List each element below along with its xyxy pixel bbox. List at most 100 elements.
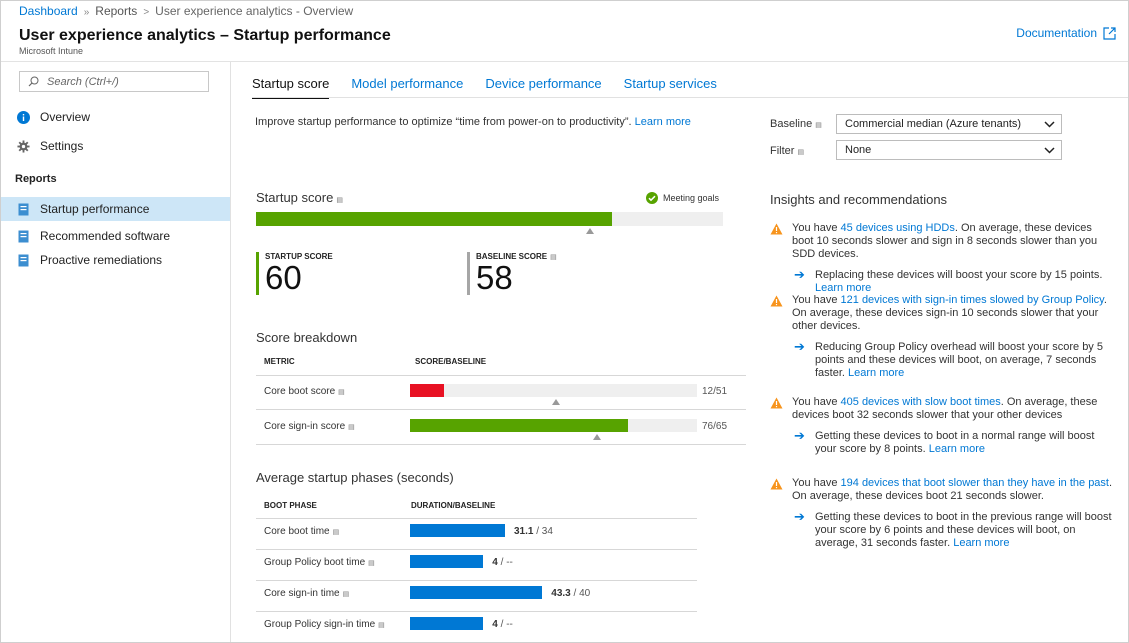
filter-dropdown[interactable]: None bbox=[836, 140, 1062, 160]
row-divider bbox=[256, 549, 697, 550]
page-title: User experience analytics – Startup perf… bbox=[19, 27, 391, 44]
tab-startup-services[interactable]: Startup services bbox=[624, 72, 717, 99]
sidebar-item-label: Startup performance bbox=[40, 202, 150, 216]
info-icon: ▤ bbox=[342, 591, 350, 598]
report-icon bbox=[18, 203, 29, 215]
report-icon bbox=[18, 254, 29, 266]
sidebar-item-label: Settings bbox=[40, 139, 84, 153]
baseline-score-value: 58 bbox=[476, 259, 513, 296]
warning-icon bbox=[770, 397, 783, 413]
insights-title: Insights and recommendations bbox=[770, 192, 948, 207]
search-icon bbox=[28, 76, 39, 87]
arrow-right-icon: ➔ bbox=[794, 509, 805, 524]
main-content: Startup score Model performance Device p… bbox=[232, 62, 1128, 642]
info-icon: ▤ bbox=[797, 149, 805, 156]
page-subtitle: Microsoft Intune bbox=[19, 46, 84, 56]
sidebar-item-settings[interactable]: Settings bbox=[1, 134, 230, 158]
row-divider bbox=[256, 409, 746, 410]
score-value: 76/65 bbox=[702, 421, 728, 432]
duration-column-header: DURATION/BASELINE bbox=[411, 501, 496, 510]
reports-heading: Reports bbox=[15, 173, 57, 185]
baseline-label-text: Baseline bbox=[770, 118, 813, 130]
insight-recommendation: ➔ Getting these devices to boot in a norm… bbox=[794, 428, 1095, 455]
baseline-marker bbox=[585, 228, 594, 234]
insight-devices-link[interactable]: 405 devices with slow boot times bbox=[841, 396, 1001, 408]
status-badge: Meeting goals bbox=[646, 192, 719, 204]
info-icon: ▤ bbox=[368, 560, 375, 567]
breadcrumb: Dashboard » Reports > User experience analyt… bbox=[19, 4, 353, 18]
phase-label: Group Policy sign-in time ▤ bbox=[264, 619, 385, 630]
score-bar-fill bbox=[410, 419, 629, 432]
row-divider bbox=[256, 518, 697, 519]
insight-devices-link[interactable]: 194 devices that boot slower than they h… bbox=[841, 477, 1109, 489]
sidebar-item-proactive-remediations[interactable]: Proactive remediations bbox=[1, 248, 230, 272]
metric-label: Core sign-in score ▤ bbox=[264, 421, 355, 432]
arrow-right-icon: ➔ bbox=[794, 339, 805, 354]
info-icon bbox=[17, 110, 30, 124]
tab-startup-score[interactable]: Startup score bbox=[252, 72, 330, 99]
learn-more-link[interactable]: Learn more bbox=[953, 537, 1009, 549]
phase-label: Group Policy boot time ▤ bbox=[264, 557, 375, 568]
insight-summary: You have 121 devices with sign-in times … bbox=[770, 294, 1115, 333]
chevron-down-icon bbox=[1044, 120, 1055, 128]
learn-more-link[interactable]: Learn more bbox=[929, 443, 985, 455]
search-input[interactable]: Search (Ctrl+/) bbox=[19, 71, 209, 92]
learn-more-link[interactable]: Learn more bbox=[815, 282, 871, 294]
metric-label: Core boot score ▤ bbox=[264, 386, 345, 397]
arrow-right-icon: ➔ bbox=[794, 267, 805, 282]
startup-score-title-text: Startup score bbox=[256, 190, 334, 205]
info-icon: ▤ bbox=[378, 622, 385, 629]
score-column-header: SCORE/BASELINE bbox=[415, 357, 487, 366]
score-breakdown-title: Score breakdown bbox=[256, 330, 358, 345]
insight-item: You have 45 devices using HDDs. On avera… bbox=[770, 222, 1110, 295]
tabs-divider bbox=[252, 97, 1128, 98]
baseline-dropdown[interactable]: Commercial median (Azure tenants) bbox=[836, 114, 1062, 134]
insight-devices-link[interactable]: 121 devices with sign-in times slowed by… bbox=[841, 294, 1104, 306]
insight-recommendation: ➔ Replacing these devices will boost your… bbox=[794, 267, 1103, 294]
startup-score-title: Startup score ▤ bbox=[256, 190, 343, 205]
intro-sentence: Improve startup performance to optimize … bbox=[255, 116, 632, 128]
tab-device-performance[interactable]: Device performance bbox=[485, 72, 601, 99]
metric-column-header: METRIC bbox=[264, 357, 295, 366]
score-bar-fill bbox=[410, 384, 445, 397]
breadcrumb-current[interactable]: User experience analytics - Overview bbox=[155, 4, 353, 18]
info-icon: ▤ bbox=[348, 424, 355, 431]
info-icon: ▤ bbox=[815, 122, 822, 129]
app-window: Dashboard » Reports > User experience analyt… bbox=[0, 0, 1129, 643]
breadcrumb-dashboard[interactable]: Dashboard bbox=[19, 4, 78, 18]
row-divider bbox=[256, 611, 697, 612]
sidebar-item-startup-performance[interactable]: Startup performance bbox=[1, 197, 230, 221]
insight-summary: You have 194 devices that boot slower th… bbox=[770, 477, 1115, 503]
duration-bar bbox=[410, 617, 484, 630]
phase-label: Core boot time ▤ bbox=[264, 526, 340, 537]
duration-value: 43.3 / 40 bbox=[551, 588, 591, 599]
row-divider bbox=[256, 580, 697, 581]
duration-bar bbox=[410, 524, 505, 537]
startup-score-card: STARTUP SCORE 60 bbox=[256, 252, 333, 295]
insight-item: You have 121 devices with sign-in times … bbox=[770, 294, 1115, 380]
duration-value: 31.1 / 34 bbox=[514, 526, 553, 537]
insight-devices-link[interactable]: 45 devices using HDDs bbox=[841, 222, 955, 234]
external-link-icon bbox=[1103, 26, 1116, 40]
arrow-right-icon: ➔ bbox=[794, 428, 805, 443]
startup-score-value: 60 bbox=[265, 259, 302, 296]
sidebar-item-recommended-software[interactable]: Recommended software bbox=[1, 224, 230, 248]
intro-learn-more-link[interactable]: Learn more bbox=[635, 116, 691, 128]
filter-value: None bbox=[845, 144, 872, 156]
check-circle-icon bbox=[646, 192, 658, 204]
baseline-value: Commercial median (Azure tenants) bbox=[845, 118, 1022, 130]
breadcrumb-separator: » bbox=[83, 7, 90, 18]
documentation-link[interactable]: Documentation bbox=[1016, 26, 1116, 40]
info-icon: ▤ bbox=[336, 197, 343, 204]
insight-recommendation: ➔ Reducing Group Policy overhead will boo… bbox=[794, 339, 1103, 379]
breadcrumb-reports[interactable]: Reports bbox=[95, 4, 137, 18]
baseline-marker bbox=[592, 434, 601, 440]
tab-model-performance[interactable]: Model performance bbox=[351, 72, 463, 99]
gear-icon bbox=[17, 139, 30, 153]
startup-score-bar bbox=[256, 212, 723, 226]
learn-more-link[interactable]: Learn more bbox=[848, 367, 904, 379]
insight-summary: You have 45 devices using HDDs. On avera… bbox=[770, 222, 1110, 261]
documentation-label: Documentation bbox=[1016, 26, 1097, 40]
duration-value: 4 / -- bbox=[492, 557, 513, 568]
sidebar-item-overview[interactable]: Overview bbox=[1, 105, 230, 129]
